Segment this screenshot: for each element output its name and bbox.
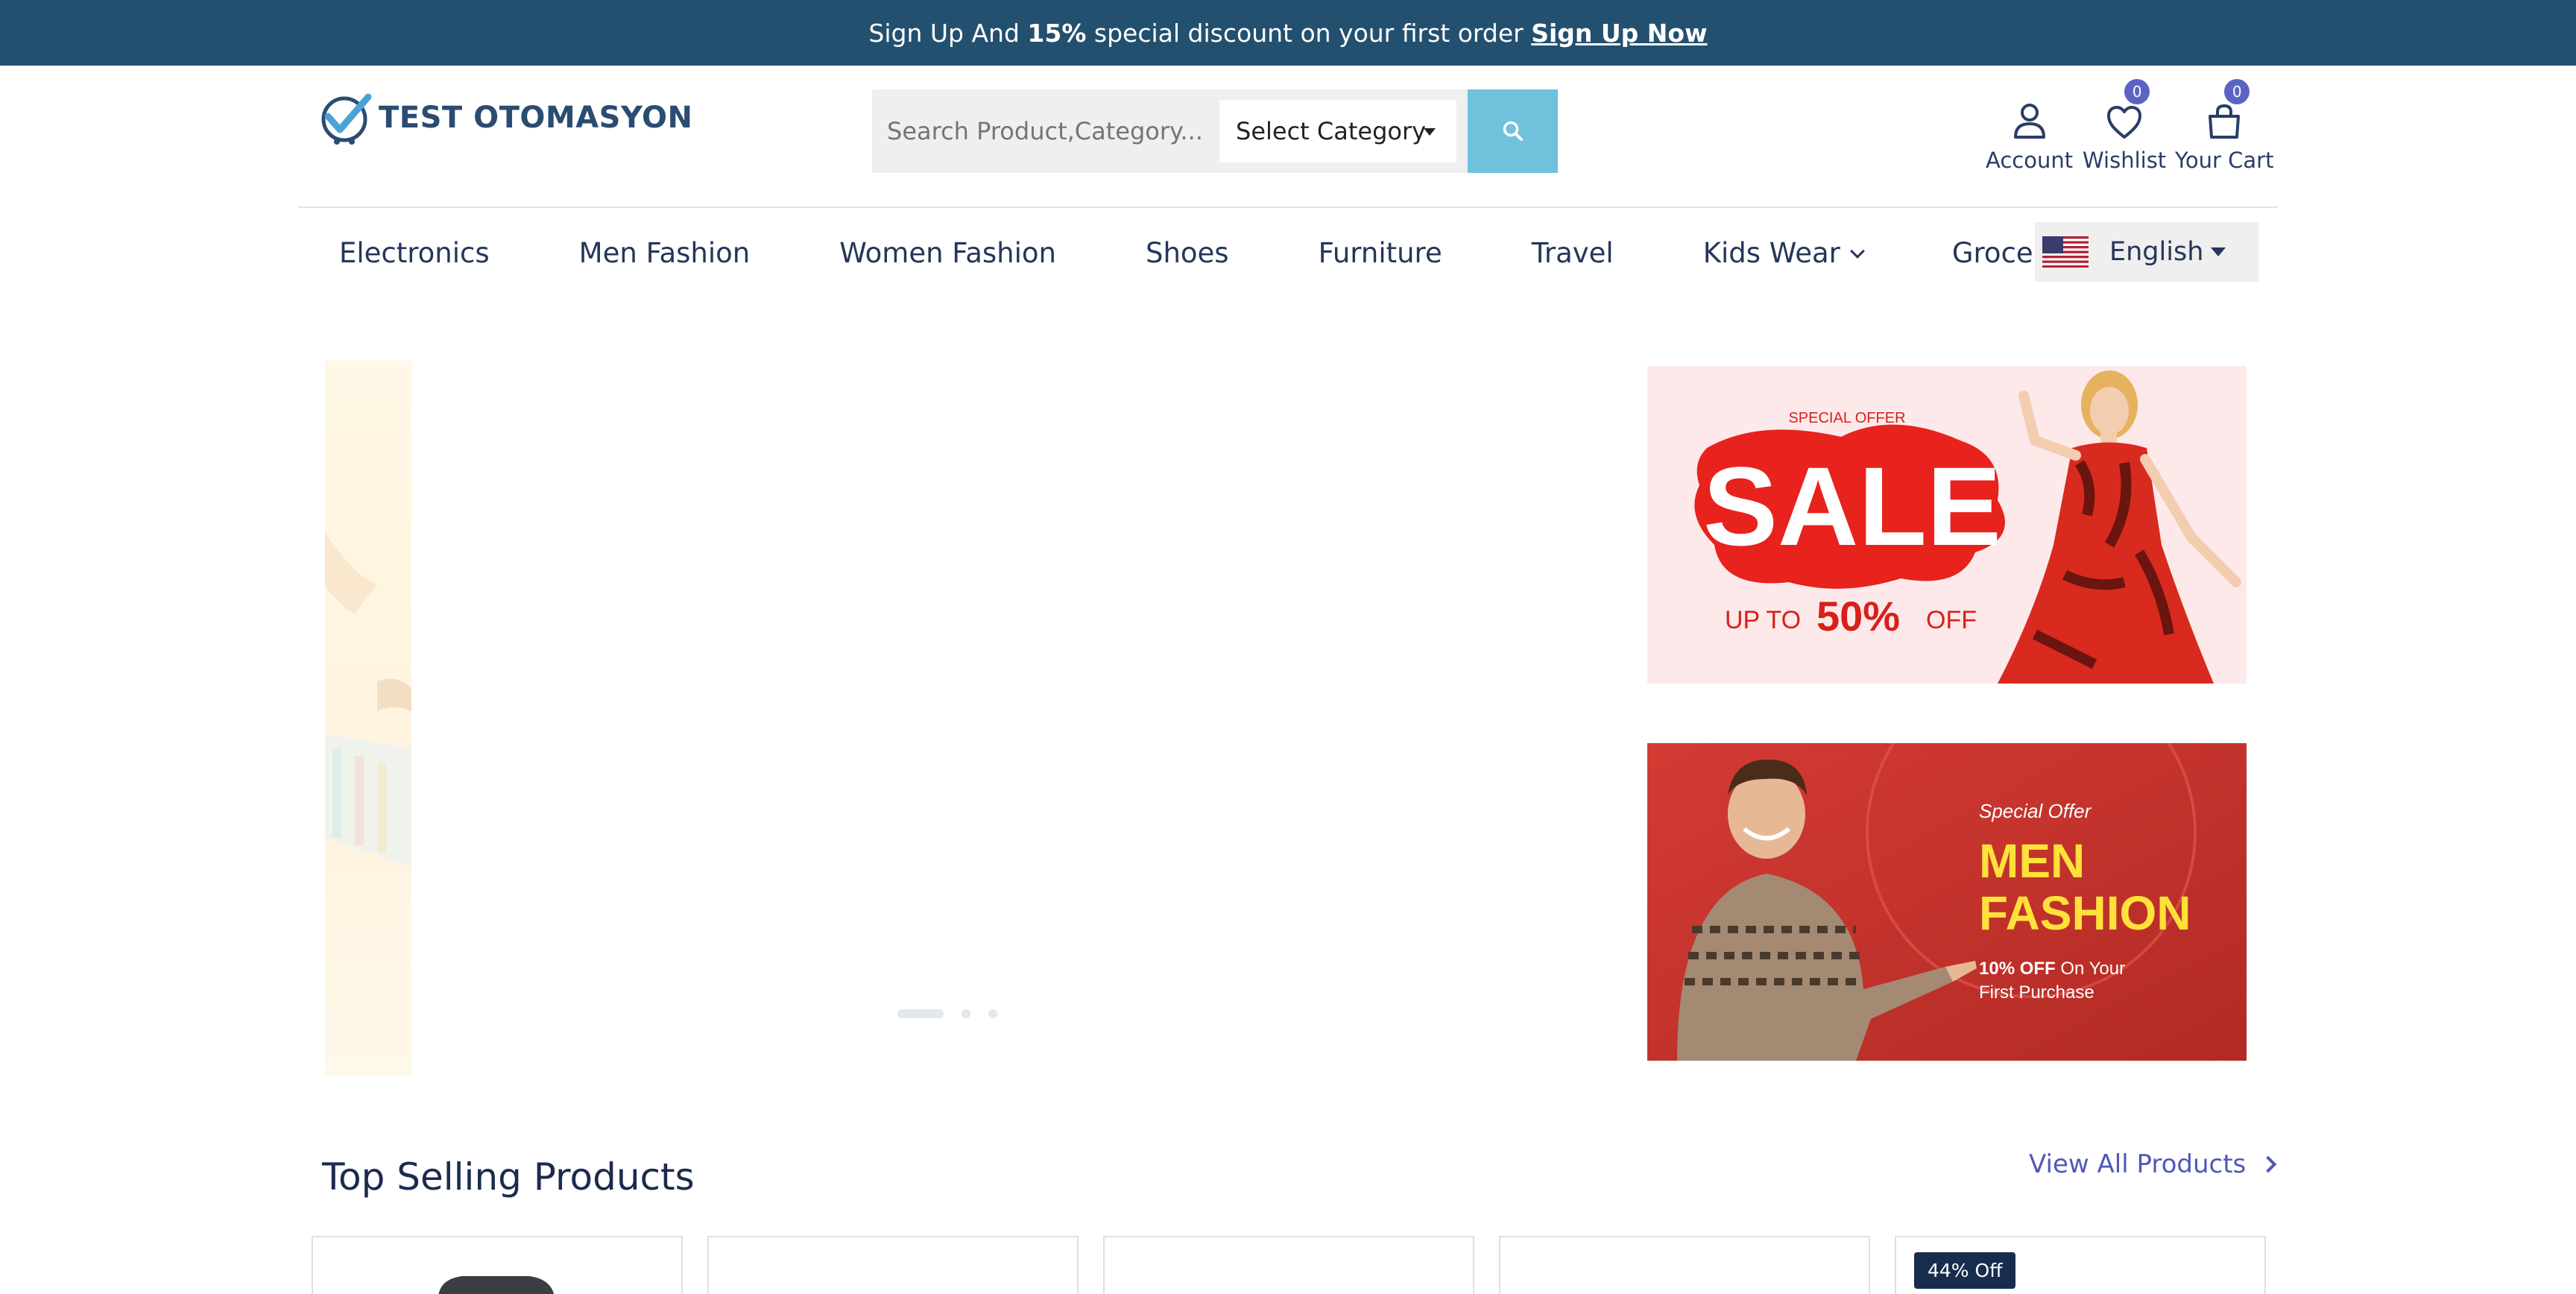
chevron-right-icon: [2259, 1155, 2277, 1173]
search-bar: Select Category: [872, 89, 1558, 173]
wishlist-count-badge: 0: [2124, 79, 2150, 104]
product-card[interactable]: 44% Off: [1895, 1236, 2266, 1294]
chevron-down-icon: [1849, 243, 1865, 259]
product-image: [438, 1276, 555, 1294]
account-label: Account: [1986, 148, 2074, 173]
main-nav: Electronics Men Fashion Women Fashion Sh…: [339, 237, 2061, 269]
product-card[interactable]: [312, 1236, 683, 1294]
caret-down-icon: [1424, 128, 1436, 136]
category-select[interactable]: Select Category: [1219, 100, 1456, 162]
nav-item-shoes[interactable]: Shoes: [1146, 237, 1229, 269]
logo-text: TEST OTOMASYON: [379, 101, 693, 135]
shopping-bag-icon: 0: [2202, 79, 2250, 140]
search-button[interactable]: [1468, 89, 1558, 173]
slider-dot[interactable]: [988, 1009, 997, 1018]
slider-dot[interactable]: [897, 1009, 944, 1018]
cart-label: Your Cart: [2175, 148, 2274, 173]
slider-dot[interactable]: [962, 1009, 970, 1018]
nav-item-travel[interactable]: Travel: [1532, 237, 1614, 269]
svg-text:10% OFF On Your: 10% OFF On Your: [1979, 959, 2125, 979]
promo-discount: 15%: [1027, 18, 1087, 48]
men-offer-bold: 10% OFF: [1979, 959, 2056, 979]
sale-suffix: OFF: [1926, 606, 1977, 634]
promo-text: Sign Up And: [868, 18, 1028, 48]
user-icon: [2007, 88, 2052, 140]
sign-up-link[interactable]: Sign Up Now: [1531, 19, 1707, 48]
hero-slider-image: [325, 361, 411, 1076]
wishlist-label: Wishlist: [2083, 148, 2167, 173]
slider-pagination: [897, 1009, 997, 1018]
search-icon: [1503, 121, 1523, 141]
sale-headline: SALE: [1703, 444, 2001, 569]
men-offer-rest: On Your: [2056, 959, 2125, 979]
cart-count-badge: 0: [2224, 79, 2250, 104]
promo-bar: Sign Up And 15% special discount on your…: [0, 0, 2576, 66]
product-card[interactable]: [1103, 1236, 1474, 1294]
cart-link[interactable]: 0 Your Cart: [2175, 79, 2274, 173]
sale-percent: 50%: [1816, 593, 1900, 640]
heart-icon: 0: [2102, 79, 2150, 140]
men-offer-line2: First Purchase: [1979, 982, 2094, 1003]
product-card[interactable]: [1499, 1236, 1870, 1294]
view-all-products-link[interactable]: View All Products: [2029, 1149, 2277, 1179]
logo-cart-icon: [318, 89, 374, 146]
category-select-label: Select Category: [1236, 117, 1427, 145]
account-link[interactable]: Account: [1986, 88, 2073, 173]
view-all-label: View All Products: [2029, 1149, 2247, 1179]
nav-item-furniture[interactable]: Furniture: [1319, 237, 1442, 269]
nav-item-electronics[interactable]: Electronics: [339, 237, 490, 269]
header-divider: [298, 206, 2278, 208]
men-line1: MEN: [1979, 834, 2085, 888]
nav-item-kids-wear[interactable]: Kids Wear: [1703, 237, 1865, 269]
discount-badge: 44% Off: [1914, 1252, 2016, 1289]
language-label: English: [2109, 237, 2204, 267]
nav-item-women-fashion[interactable]: Women Fashion: [839, 237, 1056, 269]
language-select[interactable]: English: [2035, 222, 2258, 282]
men-line2: FASHION: [1979, 886, 2191, 940]
section-title: Top Selling Products: [322, 1155, 695, 1199]
wishlist-link[interactable]: 0 Wishlist: [2083, 79, 2167, 173]
sale-banner[interactable]: SPECIAL OFFER SALE UP TO 50% OFF: [1647, 366, 2247, 684]
caret-down-icon: [2211, 247, 2226, 256]
nav-item-men-fashion[interactable]: Men Fashion: [579, 237, 751, 269]
product-image: [1500, 1237, 1872, 1294]
product-card[interactable]: [707, 1236, 1079, 1294]
men-tag: Special Offer: [1979, 800, 2092, 822]
sale-prefix: UP TO: [1725, 606, 1801, 634]
us-flag-icon: [2042, 236, 2089, 268]
site-logo[interactable]: TEST OTOMASYON: [318, 88, 693, 148]
sale-tag: SPECIAL OFFER: [1788, 410, 1905, 426]
men-fashion-banner[interactable]: Special Offer MEN FASHION 10% OFF On You…: [1647, 743, 2247, 1061]
promo-text-rest: special discount on your first order: [1086, 18, 1532, 48]
